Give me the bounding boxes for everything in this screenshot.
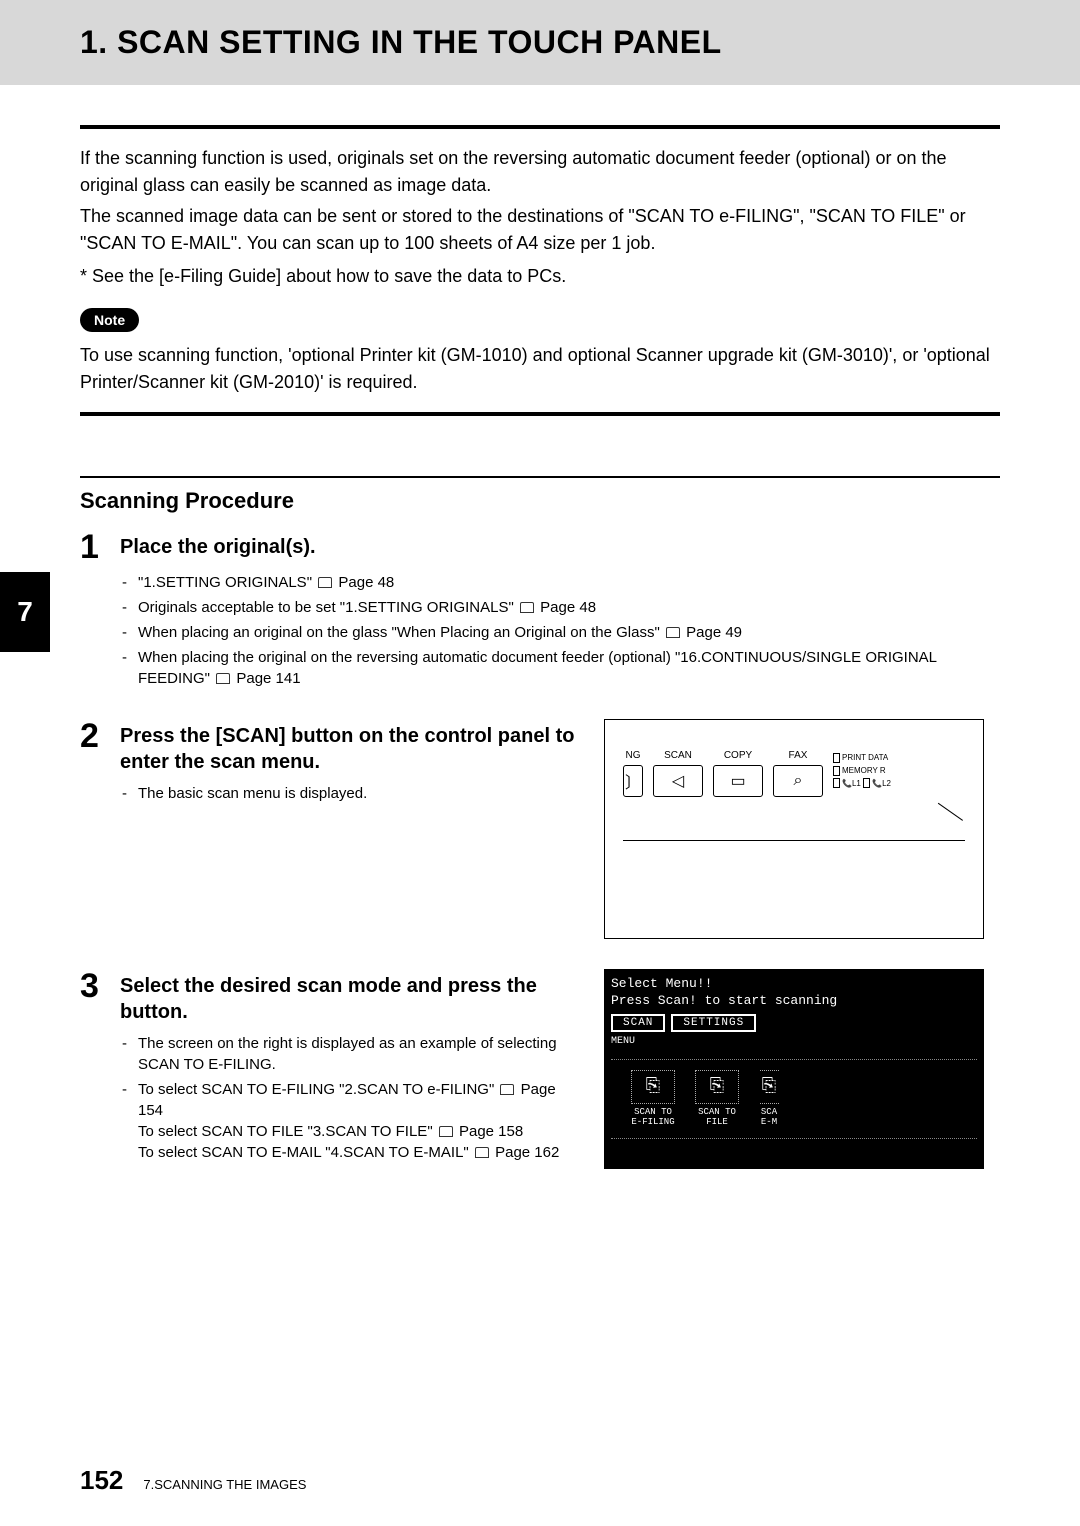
step-1-bullets: "1.SETTING ORIGINALS" Page 48 Originals … (122, 572, 1000, 689)
step-3-illustration: Select Menu!! Press Scan! to start scann… (604, 969, 984, 1193)
panel-buttons: NG 〕 SCAN ◁ COPY ▭ FAX ⌕ (623, 750, 965, 797)
main-content: If the scanning function is used, origin… (0, 125, 1080, 1193)
header-band: 1. SCAN SETTING IN THE TOUCH PANEL (0, 0, 1080, 85)
step-2-left: 2 Press the [SCAN] button on the control… (80, 719, 580, 939)
step-2-b1: The basic scan menu is displayed. (122, 783, 580, 804)
step-1-b3: When placing an original on the glass "W… (122, 622, 1000, 643)
step-1-title: Place the original(s). (120, 530, 316, 560)
panel-btn-fax: ⌕ (773, 765, 823, 797)
step-3-row: 3 Select the desired scan mode and press… (80, 969, 1000, 1193)
step-1-num: 1 (80, 530, 120, 564)
step-2-illustration: NG 〕 SCAN ◁ COPY ▭ FAX ⌕ (604, 719, 984, 939)
step-1-body: "1.SETTING ORIGINALS" Page 48 Originals … (122, 572, 1000, 689)
screen-opt-efiling: ⎘ SCAN TOE-FILING (631, 1070, 675, 1128)
screen-tab-scan: SCAN (611, 1014, 665, 1032)
panel-btn-copy: ▭ (713, 765, 763, 797)
screen-line2: Press Scan! to start scanning (611, 993, 977, 1010)
step-2-body: The basic scan menu is displayed. (122, 783, 580, 804)
panel-side-indicators: PRINT DATA MEMORY R 📞L1 📞L2 (833, 750, 891, 790)
screen-line1: Select Menu!! (611, 976, 977, 993)
step-3-b1: The screen on the right is displayed as … (122, 1033, 580, 1075)
panel-btn-ng: 〕 (623, 765, 643, 797)
panel-label-ng: NG (626, 750, 641, 761)
step-2: 2 Press the [SCAN] button on the control… (80, 719, 580, 775)
efiling-icon: ⎘ (631, 1070, 675, 1104)
step-2-row: 2 Press the [SCAN] button on the control… (80, 719, 1000, 939)
rule-after-note (80, 412, 1000, 416)
page-number: 152 (80, 1465, 123, 1496)
chapter-tab: 7 (0, 572, 50, 652)
step-3-num: 3 (80, 969, 120, 1003)
book-icon (216, 673, 230, 684)
footer: 152 7.SCANNING THE IMAGES (80, 1465, 306, 1496)
section-heading: Scanning Procedure (80, 488, 1000, 514)
screen-menu-label: MENU (611, 1036, 977, 1047)
screen-opt-file: ⎘ SCAN TOFILE (695, 1070, 739, 1128)
book-icon (520, 602, 534, 613)
book-icon (500, 1084, 514, 1095)
panel-divider-line (623, 840, 965, 841)
page-title: 1. SCAN SETTING IN THE TOUCH PANEL (80, 24, 1080, 61)
email-label: SCAE-M (761, 1108, 777, 1128)
file-icon: ⎘ (695, 1070, 739, 1104)
step-1-b4: When placing the original on the reversi… (122, 647, 1000, 689)
rule-top (80, 125, 1000, 129)
panel-btn-scan: ◁ (653, 765, 703, 797)
step-1-b1: "1.SETTING ORIGINALS" Page 48 (122, 572, 1000, 593)
panel-label-fax: FAX (789, 750, 808, 761)
step-3-body: The screen on the right is displayed as … (122, 1033, 580, 1163)
note-badge: Note (80, 308, 139, 332)
panel-label-scan: SCAN (664, 750, 692, 761)
step-2-bullets: The basic scan menu is displayed. (122, 783, 580, 804)
panel-diag-line (921, 803, 963, 845)
section-rule (80, 476, 1000, 478)
step-3-b2: To select SCAN TO E-FILING "2.SCAN TO e-… (122, 1079, 580, 1163)
book-icon (439, 1126, 453, 1137)
screen-options: ⎘ SCAN TOE-FILING ⎘ SCAN TOFILE ⎘ SCAE-M (611, 1059, 977, 1139)
efiling-label: SCAN TOE-FILING (631, 1108, 674, 1128)
touch-screen-diagram: Select Menu!! Press Scan! to start scann… (604, 969, 984, 1169)
step-3: 3 Select the desired scan mode and press… (80, 969, 580, 1025)
book-icon (318, 577, 332, 588)
note-text: To use scanning function, 'optional Prin… (80, 342, 1000, 396)
book-icon (475, 1147, 489, 1158)
step-3-title: Select the desired scan mode and press t… (120, 969, 580, 1025)
screen-opt-email: ⎘ SCAE-M (759, 1070, 779, 1128)
step-2-title: Press the [SCAN] button on the control p… (120, 719, 580, 775)
intro-p2: The scanned image data can be sent or st… (80, 203, 1000, 257)
step-3-bullets: The screen on the right is displayed as … (122, 1033, 580, 1163)
step-1: 1 Place the original(s). (80, 530, 1000, 564)
step-1-b2: Originals acceptable to be set "1.SETTIN… (122, 597, 1000, 618)
intro-footnote: * See the [e-Filing Guide] about how to … (80, 263, 1000, 290)
file-label: SCAN TOFILE (698, 1108, 736, 1128)
control-panel-diagram: NG 〕 SCAN ◁ COPY ▭ FAX ⌕ (604, 719, 984, 939)
book-icon (666, 627, 680, 638)
panel-label-copy: COPY (724, 750, 752, 761)
screen-tabs: SCAN SETTINGS (611, 1014, 977, 1032)
step-3-left: 3 Select the desired scan mode and press… (80, 969, 580, 1193)
screen-tab-settings: SETTINGS (671, 1014, 756, 1032)
step-2-num: 2 (80, 719, 120, 753)
footer-chapter: 7.SCANNING THE IMAGES (143, 1477, 306, 1492)
email-icon: ⎘ (759, 1070, 779, 1104)
intro-p1: If the scanning function is used, origin… (80, 145, 1000, 199)
